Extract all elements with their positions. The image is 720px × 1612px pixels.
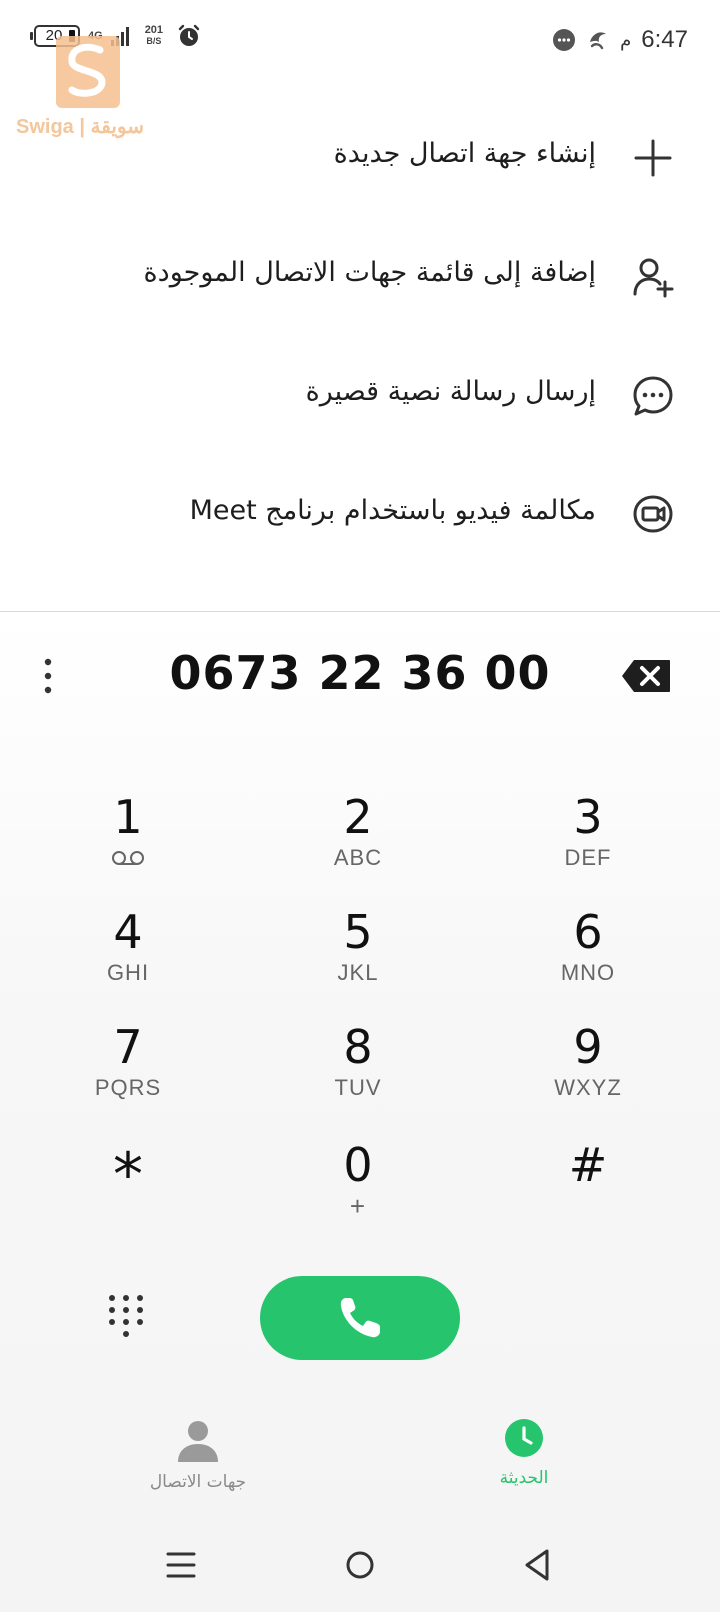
key-digit: 9 xyxy=(573,1020,603,1074)
key-digit: 6 xyxy=(573,905,603,959)
key-hash[interactable]: # xyxy=(488,1138,688,1248)
clock-time: 6:47 xyxy=(641,26,688,53)
tab-contacts[interactable]: جهات الاتصال xyxy=(118,1418,278,1492)
key-letters: GHI xyxy=(106,960,150,985)
key-digit: 4 xyxy=(113,905,143,959)
video-call-icon xyxy=(633,495,673,533)
key-letters: WXYZ xyxy=(554,1075,622,1100)
person-icon xyxy=(178,1421,218,1462)
option-send-sms[interactable]: إرسال رسالة نصية قصيرة xyxy=(0,340,720,450)
key-digit: 1 xyxy=(113,790,143,844)
key-digit: 0 xyxy=(343,1138,373,1192)
key-letters: ABC xyxy=(333,845,383,870)
dialpad-toggle-icon[interactable] xyxy=(106,1294,146,1344)
call-button[interactable] xyxy=(260,1276,460,1360)
key-9[interactable]: 9 WXYZ xyxy=(488,1020,688,1130)
message-icon xyxy=(633,376,673,416)
option-label: إنشاء جهة اتصال جديدة xyxy=(333,138,596,169)
back-icon[interactable] xyxy=(515,1542,561,1588)
key-digit: 2 xyxy=(343,790,373,844)
phone-icon xyxy=(340,1298,380,1338)
key-5[interactable]: 5 JKL xyxy=(258,905,458,1015)
key-3[interactable]: 3 DEF xyxy=(488,790,688,900)
key-digit: 5 xyxy=(343,905,373,959)
key-letters: TUV xyxy=(334,1075,382,1100)
plus-icon xyxy=(634,139,672,177)
key-letters: DEF xyxy=(564,845,612,870)
clock-icon xyxy=(505,1419,543,1457)
alarm-icon xyxy=(178,24,200,46)
add-person-icon xyxy=(633,258,674,298)
dialed-number[interactable]: 0673 22 36 00 xyxy=(100,646,620,700)
home-icon[interactable] xyxy=(337,1542,383,1588)
key-letters: MNO xyxy=(560,960,616,985)
key-letters: PQRS xyxy=(94,1075,162,1100)
status-right: م 6:47 xyxy=(552,26,688,54)
option-add-to-existing[interactable]: إضافة إلى قائمة جهات الاتصال الموجودة xyxy=(0,221,720,331)
key-1[interactable]: 1 xyxy=(28,790,228,900)
key-7[interactable]: 7 PQRS xyxy=(28,1020,228,1130)
chat-notification-icon xyxy=(553,29,576,51)
key-letters: + xyxy=(349,1191,367,1221)
key-letters: JKL xyxy=(337,960,379,985)
key-digit: 8 xyxy=(343,1020,373,1074)
backspace-icon[interactable] xyxy=(620,658,672,694)
tab-recent[interactable]: الحديثة xyxy=(444,1418,604,1488)
key-2[interactable]: 2 ABC xyxy=(258,790,458,900)
am-pm: م xyxy=(620,29,632,51)
key-digit: # xyxy=(568,1138,608,1192)
key-digit: 7 xyxy=(113,1020,143,1074)
key-digit: 3 xyxy=(573,790,603,844)
key-0[interactable]: 0 + xyxy=(258,1138,458,1248)
navigation-bar xyxy=(0,1520,720,1612)
option-meet-video-call[interactable]: مكالمة فيديو باستخدام برنامج Meet xyxy=(0,459,720,569)
option-label: إرسال رسالة نصية قصيرة xyxy=(305,376,596,407)
more-options-icon[interactable] xyxy=(30,656,66,696)
voicemail-icon xyxy=(112,851,144,865)
key-6[interactable]: 6 MNO xyxy=(488,905,688,1015)
app-notification-icon xyxy=(590,32,607,50)
tab-label: الحديثة xyxy=(499,1468,549,1488)
menu-icon[interactable] xyxy=(158,1542,204,1588)
tab-label: جهات الاتصال xyxy=(149,1472,247,1492)
key-4[interactable]: 4 GHI xyxy=(28,905,228,1015)
key-star[interactable]: * xyxy=(28,1140,228,1250)
key-digit: * xyxy=(113,1140,143,1210)
option-label: إضافة إلى قائمة جهات الاتصال الموجودة xyxy=(143,257,596,288)
key-8[interactable]: 8 TUV xyxy=(258,1020,458,1130)
option-label: مكالمة فيديو باستخدام برنامج Meet xyxy=(189,495,596,526)
option-create-contact[interactable]: إنشاء جهة اتصال جديدة xyxy=(0,102,720,212)
